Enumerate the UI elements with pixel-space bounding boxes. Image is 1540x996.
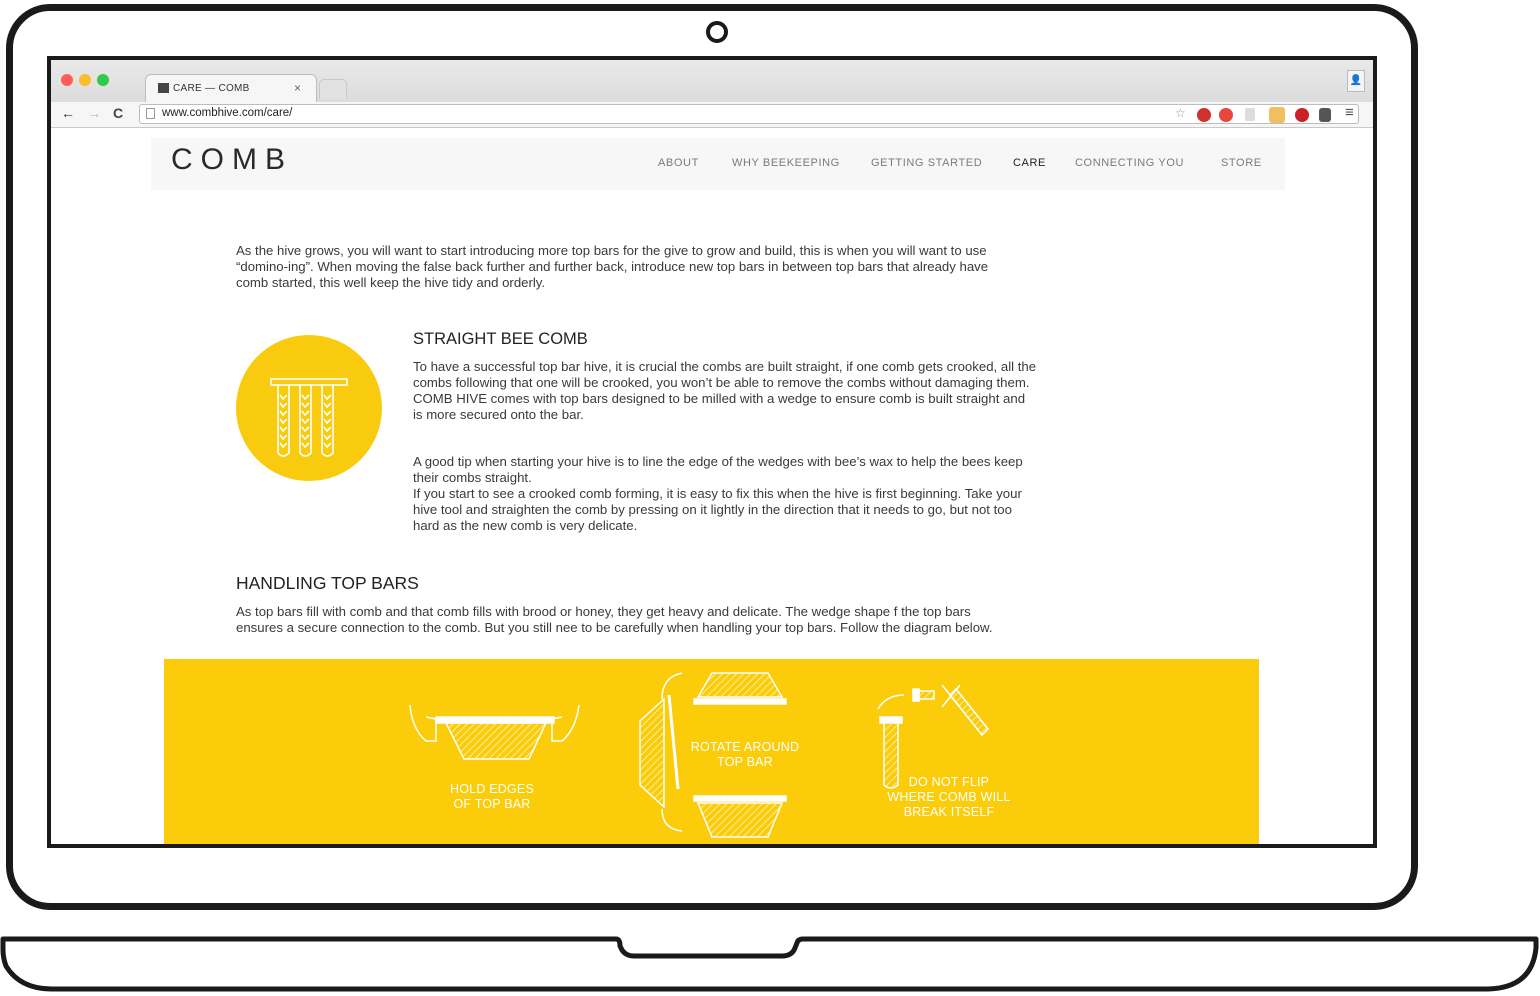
- tab-title: CARE — COMB: [173, 83, 250, 94]
- nav-connecting-you[interactable]: CONNECTING YOU: [1075, 157, 1184, 169]
- straight-comb-heading: STRAIGHT BEE COMB: [413, 330, 588, 348]
- diagram-label-line: ROTATE AROUND: [690, 740, 800, 754]
- diagram-label-line: DO NOT FLIP: [908, 775, 990, 789]
- intro-paragraph: As the hive grows, you will want to star…: [236, 243, 1196, 291]
- diagram-label-line: BREAK ITSELF: [903, 805, 995, 819]
- profile-icon[interactable]: 👤: [1347, 70, 1365, 92]
- nav-store[interactable]: STORE: [1221, 157, 1262, 169]
- paragraph-line: combs following that one will be crooked…: [413, 375, 1030, 390]
- url-text: www.combhive.com/care/: [162, 107, 293, 119]
- nav-about[interactable]: ABOUT: [658, 157, 699, 169]
- nav-getting-started[interactable]: GETTING STARTED: [871, 157, 982, 169]
- browser-toolbar: ← → C www.combhive.com/care/ ☆ ≡: [51, 102, 1373, 128]
- paragraph-line: If you start to see a crooked comb formi…: [413, 486, 1022, 501]
- menu-icon[interactable]: ≡: [1345, 104, 1354, 121]
- bookmark-star-icon[interactable]: ☆: [1175, 106, 1186, 120]
- browser-tab[interactable]: CARE — COMB ×: [145, 74, 317, 102]
- paragraph-line: To have a successful top bar hive, it is…: [413, 359, 1037, 374]
- extension-red-icon[interactable]: [1219, 108, 1233, 122]
- pinterest-icon[interactable]: [1295, 108, 1309, 122]
- browser-tab-bar: CARE — COMB × 👤: [51, 60, 1373, 102]
- paragraph-line: is more secured onto the bar.: [413, 407, 584, 422]
- diagram-label-line: TOP BAR: [717, 755, 773, 769]
- paragraph-line: A good tip when starting your hive is to…: [413, 454, 1023, 469]
- zoom-window-button[interactable]: [97, 74, 109, 86]
- camera-icon: [706, 21, 728, 43]
- forward-icon[interactable]: →: [87, 105, 101, 121]
- tab-close-icon[interactable]: ×: [294, 81, 301, 95]
- handling-diagram: HOLD EDGES OF TOP BAR ROTATE AROUND TOP …: [164, 659, 1259, 844]
- handling-paragraph: As top bars fill with comb and that comb…: [236, 604, 1216, 636]
- site-header: COMB ABOUT WHY BEEKEEPING GETTING STARTE…: [151, 138, 1285, 190]
- diagram-label-line: WHERE COMB WILL: [887, 790, 1011, 804]
- extension-yellow-icon[interactable]: [1269, 107, 1285, 123]
- nav-care[interactable]: CARE: [1013, 157, 1046, 169]
- laptop-screen: CARE — COMB × 👤 ← → C www.combhive.com/c…: [47, 56, 1377, 848]
- close-window-button[interactable]: [61, 74, 73, 86]
- nav-why-beekeeping[interactable]: WHY BEEKEEPING: [732, 157, 840, 169]
- step-rotate-label: ROTATE AROUND TOP BAR: [680, 740, 810, 770]
- shield-icon[interactable]: [1245, 108, 1255, 121]
- paragraph-line: their combs straight.: [413, 470, 532, 485]
- paragraph-line: ensures a secure connection to the comb.…: [236, 620, 993, 635]
- step-hold-edges-label: HOLD EDGES OF TOP BAR: [432, 782, 552, 812]
- site-favicon-icon: [158, 83, 169, 93]
- back-icon[interactable]: ←: [61, 105, 75, 121]
- new-tab-button[interactable]: [319, 79, 347, 99]
- straight-comb-paragraph-1: To have a successful top bar hive, it is…: [413, 359, 1193, 423]
- reload-icon[interactable]: C: [113, 105, 123, 121]
- comb-icon: [236, 335, 382, 481]
- handling-heading: HANDLING TOP BARS: [236, 573, 419, 593]
- paragraph-line: hard as the new comb is very delicate.: [413, 518, 638, 533]
- adblock-icon[interactable]: [1197, 108, 1211, 122]
- paragraph-line: COMB HIVE comes with top bars designed t…: [413, 391, 1026, 406]
- extension-dark-icon[interactable]: [1319, 108, 1331, 122]
- paragraph-line: As top bars fill with comb and that comb…: [236, 604, 971, 619]
- web-page: COMB ABOUT WHY BEEKEEPING GETTING STARTE…: [51, 128, 1373, 844]
- laptop-base: [0, 936, 1539, 992]
- straight-comb-paragraph-2: A good tip when starting your hive is to…: [413, 454, 1193, 534]
- intro-line: comb started, this well keep the hive ti…: [236, 275, 546, 290]
- intro-line: “domino-ing”. When moving the false back…: [236, 259, 989, 274]
- page-icon: [146, 108, 155, 119]
- minimize-window-button[interactable]: [79, 74, 91, 86]
- paragraph-line: hive tool and straighten the comb by pre…: [413, 502, 1012, 517]
- diagram-label-line: HOLD EDGES: [450, 782, 534, 796]
- step-do-not-flip-label: DO NOT FLIP WHERE COMB WILL BREAK ITSELF: [874, 775, 1024, 820]
- diagram-label-line: OF TOP BAR: [453, 797, 531, 811]
- intro-line: As the hive grows, you will want to star…: [236, 243, 987, 258]
- site-logo[interactable]: COMB: [171, 143, 293, 177]
